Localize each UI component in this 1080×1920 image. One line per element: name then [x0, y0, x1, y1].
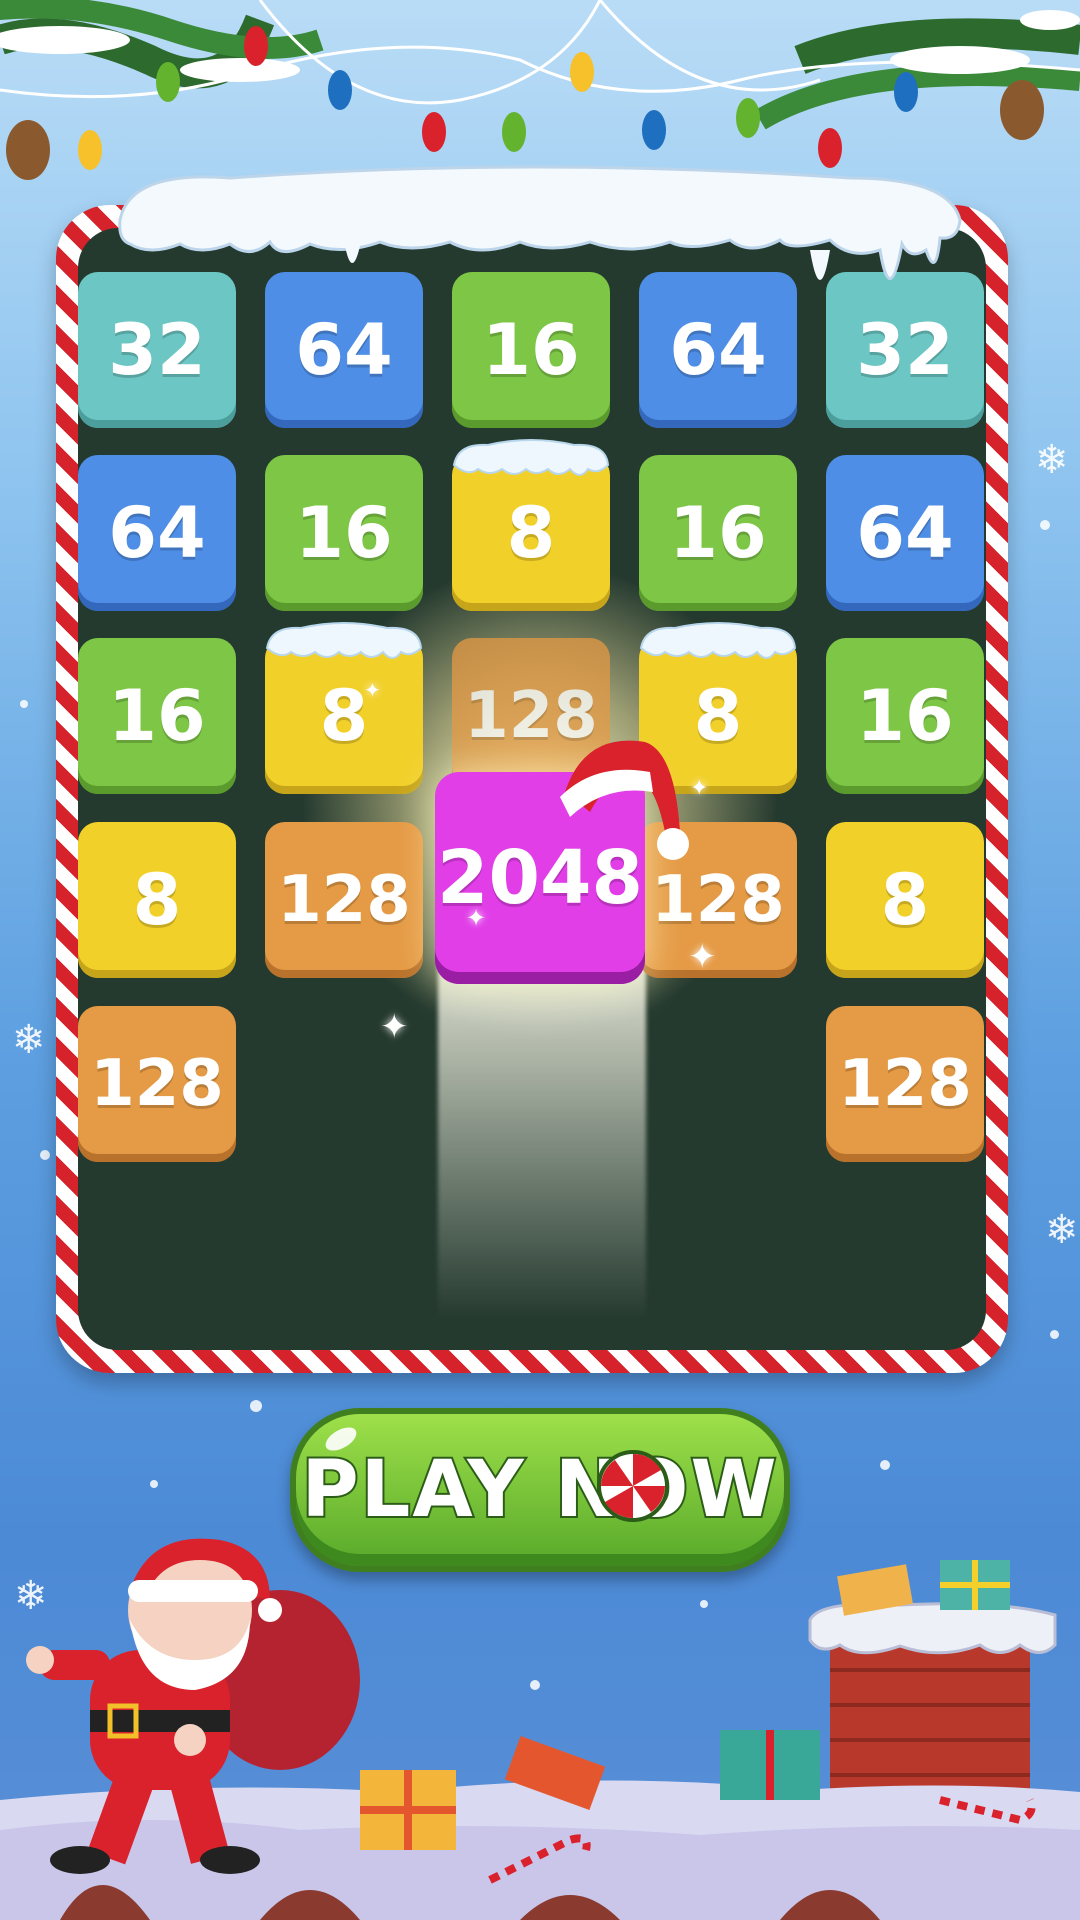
tile-value: 8 — [506, 492, 556, 574]
tile[interactable]: 128 — [826, 1006, 984, 1162]
sparkle-icon: ✦ — [690, 776, 709, 801]
santa-hat-icon — [560, 740, 689, 860]
snowflake-icon: ❄ — [1035, 437, 1069, 483]
snow-cap — [452, 439, 610, 476]
tile-value: 8 — [693, 675, 743, 757]
tile-value: 128 — [651, 863, 785, 937]
tile-value: 128 — [838, 1047, 972, 1121]
tile[interactable]: 8 — [265, 622, 423, 794]
sparkle-icon: ✦ — [688, 937, 717, 977]
play-now-label: PLAY NOW — [299, 1443, 779, 1537]
tile-value: 8 — [132, 859, 182, 941]
snow-dot — [20, 700, 28, 708]
snow-dot — [250, 1400, 262, 1412]
tile[interactable]: 16 — [78, 638, 236, 794]
sparkle-icon: ✦ — [364, 678, 381, 702]
snow-dot — [1050, 1330, 1059, 1339]
tile[interactable]: 128 — [265, 822, 423, 978]
tile-value: 16 — [108, 675, 206, 757]
tile[interactable]: 8 — [826, 822, 984, 978]
snow-dot — [40, 1150, 50, 1160]
snowflake-icon: ❄ — [1045, 1207, 1079, 1253]
tile[interactable]: 64 — [826, 455, 984, 611]
tile[interactable]: 8 — [452, 439, 610, 611]
tile[interactable]: 16 — [639, 455, 797, 611]
snow-cap — [639, 622, 797, 659]
snow-dot — [1040, 520, 1050, 530]
tile[interactable]: 128 — [78, 1006, 236, 1162]
tile-value: 16 — [295, 492, 393, 574]
christmas-scene — [0, 1538, 1080, 1920]
tile-value: 128 — [90, 1047, 224, 1121]
tile-value: 64 — [856, 492, 954, 574]
sparkle-icon: ✦ — [466, 904, 487, 932]
snow-dot — [150, 1480, 158, 1488]
candy-peppermint-icon — [597, 1450, 669, 1522]
christmas-lights-icon — [0, 0, 1080, 180]
tile-value: 16 — [856, 675, 954, 757]
tile-value: 16 — [669, 492, 767, 574]
tile-value: 8 — [880, 859, 930, 941]
tile-value: 8 — [319, 675, 369, 757]
tile[interactable]: 8 — [78, 822, 236, 978]
tile[interactable]: 16 — [265, 455, 423, 611]
tile[interactable]: 16 — [826, 638, 984, 794]
snow-cap — [265, 622, 423, 659]
snow-dot — [880, 1460, 890, 1470]
tile-value: 64 — [108, 492, 206, 574]
light-beam — [438, 960, 646, 1320]
sparkle-icon: ✦ — [380, 1007, 409, 1047]
tile-value: 128 — [277, 863, 411, 937]
tile[interactable]: 64 — [78, 455, 236, 611]
snowflake-icon: ❄ — [12, 1017, 46, 1063]
